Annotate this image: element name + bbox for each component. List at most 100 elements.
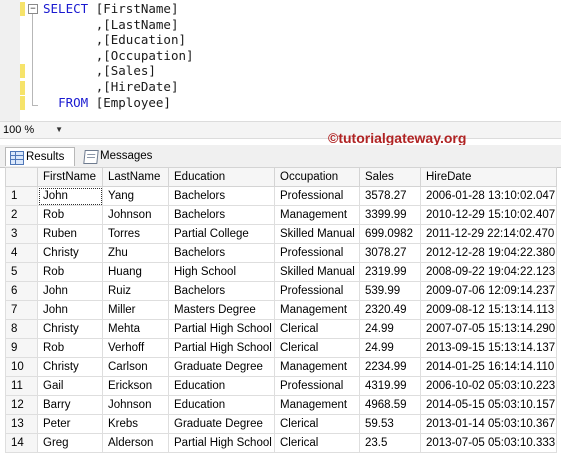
cell-occupation[interactable]: Clerical — [274, 433, 360, 453]
cell-occupation[interactable]: Professional — [274, 186, 360, 206]
cell-occupation[interactable]: Clerical — [274, 319, 360, 339]
cell-lastname[interactable]: Verhoff — [102, 338, 169, 358]
cell-hiredate[interactable]: 2010-12-29 15:10:02.407 — [420, 205, 557, 225]
cell-sales[interactable]: 2320.49 — [359, 300, 421, 320]
cell-occupation[interactable]: Management — [274, 205, 360, 225]
cell-firstname[interactable]: Greg — [37, 433, 103, 453]
cell-occupation[interactable]: Clerical — [274, 414, 360, 434]
table-row[interactable]: 11 Gail Erickson Education Professional 4319.… — [5, 376, 557, 396]
collapse-toggle[interactable]: − — [28, 4, 38, 14]
cell-firstname[interactable]: Christy — [37, 243, 103, 263]
cell-occupation[interactable]: Clerical — [274, 338, 360, 358]
cell-hiredate[interactable]: 2014-01-25 16:14:14.110 — [420, 357, 557, 377]
cell-hiredate[interactable]: 2013-09-15 15:13:14.137 — [420, 338, 557, 358]
cell-lastname[interactable]: Carlson — [102, 357, 169, 377]
column-header-education[interactable]: Education — [168, 167, 275, 187]
table-row[interactable]: 9 Rob Verhoff Partial High School Clerical 24… — [5, 338, 557, 358]
tab-messages[interactable]: Messages — [80, 147, 158, 166]
cell-firstname[interactable]: Christy — [37, 357, 103, 377]
table-row[interactable]: 7 John Miller Masters Degree Management 2320.… — [5, 300, 557, 320]
cell-lastname[interactable]: Zhu — [102, 243, 169, 263]
cell-sales[interactable]: 59.53 — [359, 414, 421, 434]
cell-sales[interactable]: 3399.99 — [359, 205, 421, 225]
column-header-lastname[interactable]: LastName — [102, 167, 169, 187]
table-row[interactable]: 3 Ruben Torres Partial College Skilled Manua… — [5, 224, 557, 244]
cell-sales[interactable]: 699.0982 — [359, 224, 421, 244]
table-row[interactable]: 8 Christy Mehta Partial High School Clerical… — [5, 319, 557, 339]
cell-hiredate[interactable]: 2009-07-06 12:09:14.237 — [420, 281, 557, 301]
cell-lastname[interactable]: Johnson — [102, 205, 169, 225]
cell-lastname[interactable]: Erickson — [102, 376, 169, 396]
row-number[interactable]: 11 — [5, 376, 38, 396]
cell-firstname[interactable]: John — [37, 186, 103, 206]
row-number[interactable]: 7 — [5, 300, 38, 320]
cell-occupation[interactable]: Management — [274, 395, 360, 415]
cell-hiredate[interactable]: 2007-07-05 15:13:14.290 — [420, 319, 557, 339]
cell-hiredate[interactable]: 2013-07-05 05:03:10.333 — [420, 433, 557, 453]
cell-hiredate[interactable]: 2008-09-22 19:04:22.123 — [420, 262, 557, 282]
cell-education[interactable]: Masters Degree — [168, 300, 275, 320]
cell-education[interactable]: Education — [168, 395, 275, 415]
cell-hiredate[interactable]: 2011-12-29 22:14:02.470 — [420, 224, 557, 244]
cell-hiredate[interactable]: 2006-01-28 13:10:02.047 — [420, 186, 557, 206]
cell-sales[interactable]: 23.5 — [359, 433, 421, 453]
results-grid[interactable]: FirstName LastName Education Occupation … — [5, 167, 557, 453]
cell-occupation[interactable]: Management — [274, 300, 360, 320]
cell-education[interactable]: Bachelors — [168, 186, 275, 206]
cell-occupation[interactable]: Professional — [274, 376, 360, 396]
cell-firstname[interactable]: Barry — [37, 395, 103, 415]
cell-education[interactable]: Bachelors — [168, 243, 275, 263]
row-number[interactable]: 10 — [5, 357, 38, 377]
cell-hiredate[interactable]: 2006-10-02 05:03:10.223 — [420, 376, 557, 396]
cell-sales[interactable]: 4968.59 — [359, 395, 421, 415]
cell-sales[interactable]: 3578.27 — [359, 186, 421, 206]
table-row[interactable]: 13 Peter Krebs Graduate Degree Clerical 59.53… — [5, 414, 557, 434]
cell-occupation[interactable]: Management — [274, 357, 360, 377]
table-row[interactable]: 1 John Yang Bachelors Professional 3578.27 200… — [5, 186, 557, 206]
table-row[interactable]: 14 Greg Alderson Partial High School Clerica… — [5, 433, 557, 453]
column-header-hiredate[interactable]: HireDate — [420, 167, 557, 187]
row-number[interactable]: 14 — [5, 433, 38, 453]
cell-firstname[interactable]: Peter — [37, 414, 103, 434]
table-row[interactable]: 4 Christy Zhu Bachelors Professional 3078.27 2… — [5, 243, 557, 263]
cell-sales[interactable]: 4319.99 — [359, 376, 421, 396]
cell-firstname[interactable]: Rob — [37, 205, 103, 225]
cell-occupation[interactable]: Skilled Manual — [274, 224, 360, 244]
row-number[interactable]: 3 — [5, 224, 38, 244]
row-number[interactable]: 5 — [5, 262, 38, 282]
cell-hiredate[interactable]: 2012-12-28 19:04:22.380 — [420, 243, 557, 263]
cell-hiredate[interactable]: 2014-05-15 05:03:10.157 — [420, 395, 557, 415]
cell-occupation[interactable]: Professional — [274, 281, 360, 301]
cell-education[interactable]: High School — [168, 262, 275, 282]
row-number[interactable]: 1 — [5, 186, 38, 206]
cell-education[interactable]: Partial College — [168, 224, 275, 244]
cell-firstname[interactable]: Rob — [37, 262, 103, 282]
cell-sales[interactable]: 3078.27 — [359, 243, 421, 263]
cell-sales[interactable]: 24.99 — [359, 319, 421, 339]
cell-sales[interactable]: 2319.99 — [359, 262, 421, 282]
row-number[interactable]: 2 — [5, 205, 38, 225]
tab-results[interactable]: Results — [5, 147, 75, 166]
table-row[interactable]: 12 Barry Johnson Education Management 4968.59… — [5, 395, 557, 415]
row-number[interactable]: 13 — [5, 414, 38, 434]
row-number-header[interactable] — [5, 167, 38, 187]
row-number[interactable]: 9 — [5, 338, 38, 358]
zoom-dropdown[interactable]: 100 % ▼ — [3, 123, 63, 137]
table-row[interactable]: 10 Christy Carlson Graduate Degree Managemen… — [5, 357, 557, 377]
cell-occupation[interactable]: Skilled Manual — [274, 262, 360, 282]
cell-occupation[interactable]: Professional — [274, 243, 360, 263]
cell-lastname[interactable]: Krebs — [102, 414, 169, 434]
column-header-sales[interactable]: Sales — [359, 167, 421, 187]
cell-education[interactable]: Partial High School — [168, 338, 275, 358]
cell-hiredate[interactable]: 2009-08-12 15:13:14.113 — [420, 300, 557, 320]
cell-firstname[interactable]: Gail — [37, 376, 103, 396]
cell-firstname[interactable]: Ruben — [37, 224, 103, 244]
cell-firstname[interactable]: Rob — [37, 338, 103, 358]
cell-lastname[interactable]: Johnson — [102, 395, 169, 415]
table-row[interactable]: 2 Rob Johnson Bachelors Management 3399.99 201… — [5, 205, 557, 225]
row-number[interactable]: 12 — [5, 395, 38, 415]
cell-lastname[interactable]: Torres — [102, 224, 169, 244]
cell-education[interactable]: Education — [168, 376, 275, 396]
cell-education[interactable]: Bachelors — [168, 205, 275, 225]
row-number[interactable]: 8 — [5, 319, 38, 339]
